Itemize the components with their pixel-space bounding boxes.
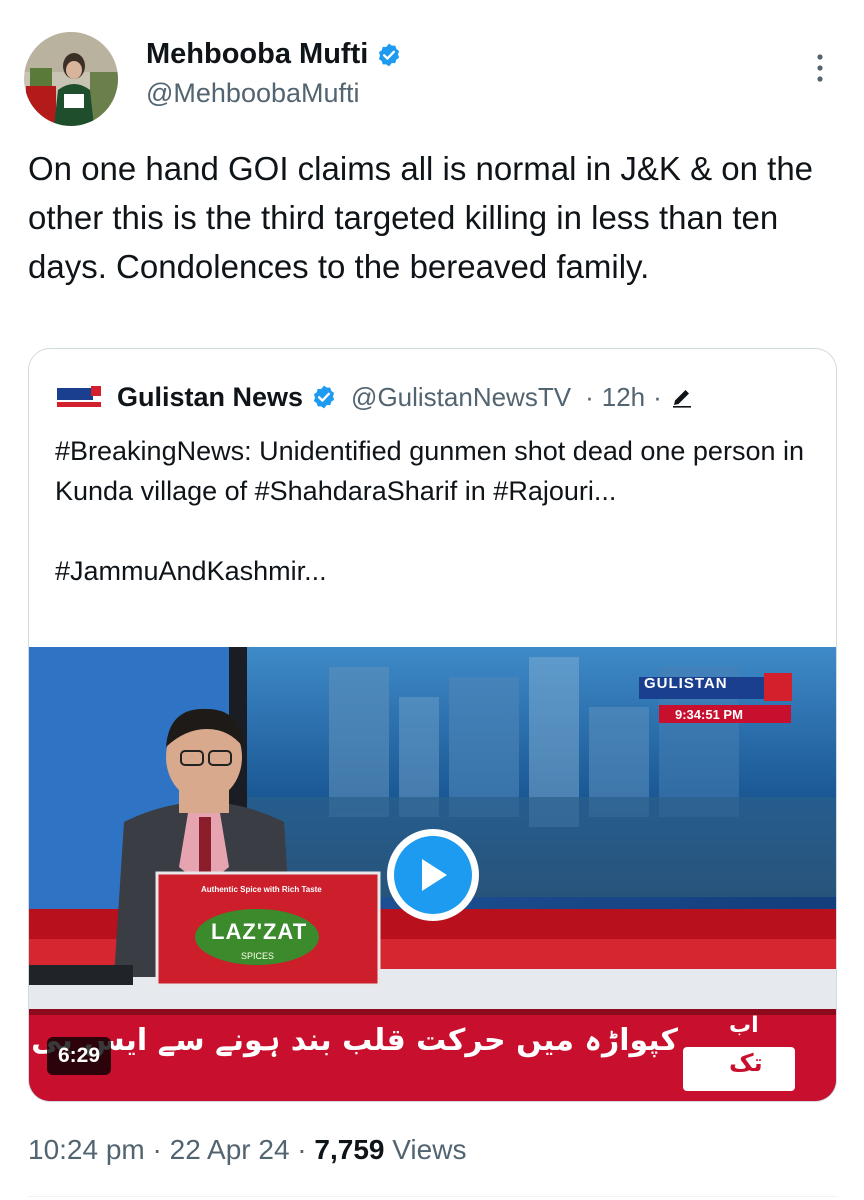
mic-card-tagline: Authentic Spice with Rich Taste: [201, 885, 322, 894]
divider: [28, 1196, 837, 1197]
quote-author-name[interactable]: Gulistan News: [117, 382, 303, 413]
verified-badge-icon: [313, 385, 335, 409]
ticker-badge-bottom: تک: [729, 1049, 763, 1077]
channel-logo-text: GULISTAN: [644, 675, 728, 692]
tweet-time[interactable]: 10:24 pm: [28, 1134, 145, 1165]
author-handle[interactable]: @MehboobaMufti: [146, 78, 360, 109]
separator-dot: ·: [653, 381, 662, 412]
tweet-text: On one hand GOI claims all is normal in …: [28, 150, 814, 285]
tweet-date[interactable]: 22 Apr 24: [170, 1134, 290, 1165]
video-player[interactable]: GULISTAN 9:34:51 PM Authentic Spice with…: [29, 647, 836, 1101]
play-button[interactable]: [387, 829, 479, 921]
gulistan-logo-avatar[interactable]: [55, 382, 103, 412]
views-label: Views: [392, 1134, 467, 1165]
views-count: 7,759: [314, 1134, 385, 1165]
more-vertical-icon: [817, 54, 823, 82]
quoted-tweet[interactable]: Gulistan News @GulistanNewsTV · 12h · #B…: [28, 348, 837, 1102]
profile-photo: [24, 32, 118, 126]
author-name[interactable]: Mehbooba Mufti: [146, 38, 402, 71]
separator-dot: ·: [297, 1134, 307, 1165]
play-icon: [422, 859, 447, 891]
ticker-badge-top: اب: [729, 1013, 759, 1038]
separator-dot: ·: [585, 381, 594, 412]
channel-clock: 9:34:51 PM: [675, 707, 743, 722]
mic-card-sub: SPICES: [241, 951, 275, 961]
quote-text-line: #JammuAndKashmir...: [55, 556, 327, 586]
author-name-label: Mehbooba Mufti: [146, 38, 369, 70]
quote-author-handle[interactable]: @GulistanNewsTV: [351, 382, 571, 413]
separator-dot: ·: [152, 1134, 162, 1165]
avatar[interactable]: [24, 32, 118, 126]
mic-card-brand: LAZ'ZAT: [211, 919, 308, 944]
quote-header: Gulistan News @GulistanNewsTV · 12h ·: [55, 379, 694, 415]
verified-badge-icon: [379, 43, 400, 66]
news-ticker-text: کپواڑہ میں حرکت قلب بند ہونے سے ایس پی ا…: [29, 1023, 678, 1058]
quote-text: #BreakingNews: Unidentified gunmen shot …: [55, 431, 815, 591]
pencil-icon[interactable]: [670, 385, 694, 409]
quote-time[interactable]: 12h: [602, 382, 645, 413]
quote-text-line: #BreakingNews: Unidentified gunmen shot …: [55, 436, 804, 506]
play-button-inner: [394, 836, 472, 914]
video-duration: 6:29: [47, 1037, 112, 1075]
more-button[interactable]: [808, 52, 832, 84]
tweet-meta: 10:24 pm · 22 Apr 24 · 7,759 Views: [28, 1134, 466, 1166]
